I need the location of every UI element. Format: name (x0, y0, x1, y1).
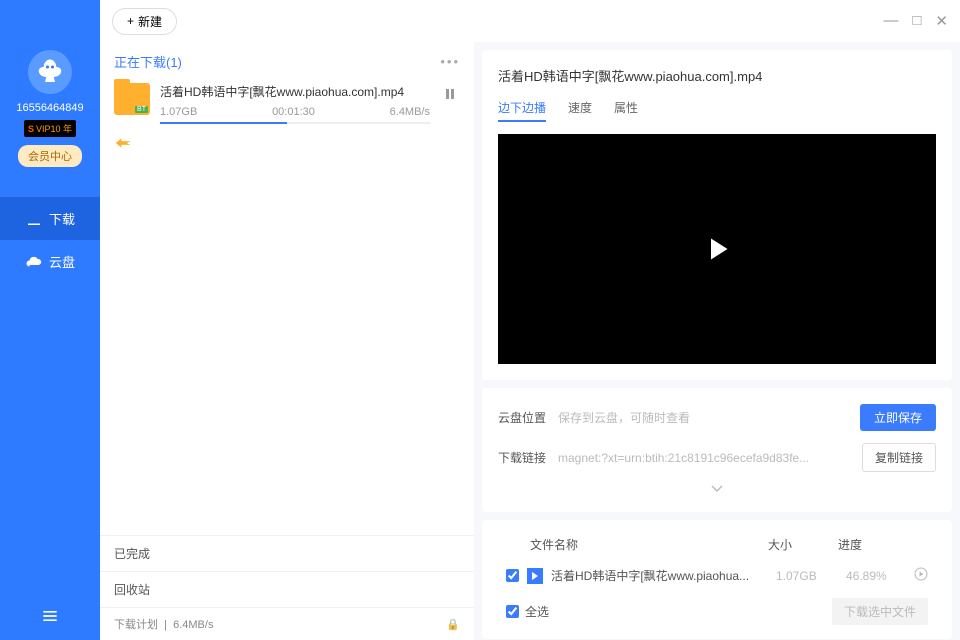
detail-tabs: 边下边播 速度 属性 (498, 99, 936, 122)
minimize-button[interactable]: — (883, 12, 898, 30)
bottom-tabs: 已完成 回收站 下载计划 | 6.4MB/s 🔒 (100, 535, 474, 640)
nav-download[interactable]: 下载 (0, 197, 100, 240)
download-link-value: magnet:?xt=urn:btih:21c8191c96ecefa9d83f… (558, 451, 850, 465)
user-id: 16556464849 (16, 102, 83, 114)
preview-card: 活着HD韩语中字[飘花www.piaohua.com].mp4 边下边播 速度 … (482, 50, 952, 380)
save-now-button[interactable]: 立即保存 (860, 404, 936, 431)
download-name: 活着HD韩语中字[飘花www.piaohua.com].mp4 (160, 83, 430, 100)
file-name: 活着HD韩语中字[飘花www.piaohua... (551, 567, 768, 584)
download-selected-button[interactable]: 下载选中文件 (832, 598, 928, 625)
cloud-icon (25, 253, 43, 271)
bird-icon (35, 57, 65, 87)
select-all-checkbox[interactable] (506, 605, 519, 618)
download-list-pane: 正在下载(1) ••• BT 活着HD韩语中字[飘花www.piaohua.co… (100, 42, 474, 640)
download-plan-row: 下载计划 | 6.4MB/s 🔒 (100, 607, 474, 640)
download-speed: 6.4MB/s (390, 106, 430, 118)
pause-button[interactable] (440, 83, 460, 109)
download-eta: 00:01:30 (272, 106, 315, 118)
file-progress: 46.89% (846, 569, 906, 583)
cloud-location-label: 云盘位置 (498, 409, 546, 426)
select-all-label[interactable]: 全选 (506, 603, 549, 620)
download-info: 活着HD韩语中字[飘花www.piaohua.com].mp4 1.07GB 0… (160, 83, 430, 124)
speed-bird-icon[interactable] (114, 136, 136, 150)
download-size: 1.07GB (160, 106, 197, 118)
more-icon[interactable]: ••• (440, 54, 460, 69)
copy-link-button[interactable]: 复制链接 (862, 443, 936, 472)
col-name: 文件名称 (506, 536, 768, 553)
col-size: 大小 (768, 536, 838, 553)
file-list-card: 文件名称 大小 进度 活着HD韩语中字[飘花www.piaohua... 1.0… (482, 520, 952, 639)
play-icon (699, 231, 735, 267)
expand-toggle[interactable] (498, 484, 936, 496)
file-title: 活着HD韩语中字[飘花www.piaohua.com].mp4 (498, 66, 936, 85)
topbar: +新建 — □ ✕ (100, 0, 960, 42)
close-button[interactable]: ✕ (935, 12, 948, 30)
cloud-location-hint: 保存到云盘，可随时查看 (558, 409, 848, 426)
file-list-header: 文件名称 大小 进度 (498, 532, 936, 563)
downloading-title[interactable]: 正在下载(1) (114, 52, 182, 71)
maximize-button[interactable]: □ (912, 12, 921, 30)
info-card: 云盘位置 保存到云盘，可随时查看 立即保存 下载链接 magnet:?xt=ur… (482, 388, 952, 512)
file-size: 1.07GB (776, 569, 838, 583)
progress-bar (160, 122, 430, 124)
tab-recycle[interactable]: 回收站 (100, 571, 474, 607)
downloading-header: 正在下载(1) ••• (100, 42, 474, 77)
detail-pane: 活着HD韩语中字[飘花www.piaohua.com].mp4 边下边播 速度 … (482, 42, 952, 640)
file-list-footer: 全选 下载选中文件 (498, 588, 936, 625)
tab-attributes[interactable]: 属性 (614, 99, 638, 122)
download-item[interactable]: BT 活着HD韩语中字[飘花www.piaohua.com].mp4 1.07G… (100, 77, 474, 136)
video-preview[interactable] (498, 134, 936, 364)
file-row[interactable]: 活着HD韩语中字[飘花www.piaohua... 1.07GB 46.89% (498, 563, 936, 588)
plan-speed: 6.4MB/s (173, 619, 213, 631)
avatar[interactable] (28, 50, 72, 94)
hamburger-icon (40, 606, 60, 626)
main: +新建 — □ ✕ 正在下载(1) ••• BT 活着HD韩语中字[飘花www.… (100, 0, 960, 640)
play-file-button[interactable] (914, 567, 928, 584)
new-button[interactable]: +新建 (112, 8, 177, 35)
member-center-button[interactable]: 会员中心 (18, 145, 82, 167)
sidebar: 16556464849 SVIP10 年 会员中心 下载 云盘 (0, 0, 100, 640)
tab-speed[interactable]: 速度 (568, 99, 592, 122)
video-file-icon (527, 568, 543, 584)
file-checkbox[interactable] (506, 569, 519, 582)
download-link-label: 下载链接 (498, 449, 546, 466)
accelerate-icon-row (100, 136, 474, 155)
plus-icon: + (127, 14, 134, 28)
bt-folder-icon: BT (114, 83, 150, 115)
plan-label[interactable]: 下载计划 (114, 619, 158, 631)
col-progress: 进度 (838, 536, 928, 553)
vip-badge: SVIP10 年 (24, 120, 76, 137)
menu-button[interactable] (0, 606, 100, 626)
pause-icon (444, 88, 456, 100)
tab-completed[interactable]: 已完成 (100, 535, 474, 571)
lock-icon[interactable]: 🔒 (446, 618, 460, 631)
nav-cloud[interactable]: 云盘 (0, 240, 100, 283)
tab-play[interactable]: 边下边播 (498, 99, 546, 122)
chevron-down-icon (711, 485, 723, 493)
window-controls: — □ ✕ (883, 12, 948, 30)
download-icon (25, 210, 43, 228)
content: 正在下载(1) ••• BT 活着HD韩语中字[飘花www.piaohua.co… (100, 42, 960, 640)
